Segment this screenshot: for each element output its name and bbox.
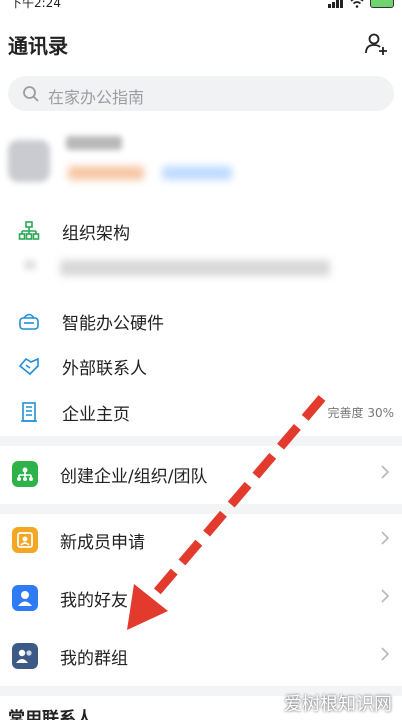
org-path-redacted (60, 260, 330, 276)
org-card[interactable] (0, 120, 402, 200)
watermark-text: 爱树根知识网 (284, 694, 392, 715)
action-label: 我的群组 (60, 649, 128, 669)
menu-label: 智能办公硬件 (62, 313, 164, 334)
frequent-contacts-title: 常用联系人 (8, 709, 93, 720)
new-member-row[interactable]: 新成员申请 (0, 510, 402, 570)
new-member-icon (12, 527, 38, 553)
chevron-right-icon (381, 647, 390, 661)
chevron-right-icon (381, 589, 390, 603)
my-friends-row[interactable]: 我的好友 (0, 568, 402, 628)
my-groups-row[interactable]: 我的群组 (0, 626, 402, 686)
org-tag-redacted (68, 166, 144, 180)
org-chart-icon (18, 221, 40, 240)
blurred-dot (24, 260, 36, 270)
header: 通讯录 (0, 28, 402, 60)
search-input[interactable]: 在家办公指南 (8, 76, 394, 111)
menu-item-smart-hardware[interactable]: 智能办公硬件 (0, 298, 402, 344)
group-icon (12, 643, 38, 669)
chevron-right-icon (381, 531, 390, 545)
org-tag-redacted (162, 166, 232, 180)
menu-item-company-homepage[interactable]: 企业主页 完善度 30% (0, 389, 402, 435)
action-label: 新成员申请 (60, 533, 145, 553)
hardware-icon (19, 313, 39, 330)
status-time: 下午2:24 (10, 0, 61, 10)
org-name-redacted (66, 136, 122, 150)
create-org-icon (12, 461, 38, 487)
action-label: 创建企业/组织/团队 (60, 467, 208, 487)
status-bar: 下午2:24 (0, 0, 402, 18)
battery-icon (370, 0, 394, 8)
page-title: 通讯录 (8, 34, 68, 58)
status-icons (328, 0, 394, 8)
wifi-icon (350, 0, 364, 8)
org-avatar (8, 140, 50, 182)
create-org-row[interactable]: 创建企业/组织/团队 (0, 444, 402, 504)
menu-item-external-contacts[interactable]: 外部联系人 (0, 343, 402, 389)
menu-label: 组织架构 (62, 223, 130, 244)
chevron-right-icon (381, 465, 390, 479)
menu-label: 外部联系人 (62, 358, 147, 379)
add-person-icon[interactable] (364, 32, 388, 56)
signal-icon (328, 0, 343, 8)
completeness-text: 完善度 30% (327, 405, 395, 420)
menu-item-org-chart[interactable]: 组织架构 (0, 208, 402, 254)
action-label: 我的好友 (60, 591, 128, 611)
handshake-icon (18, 357, 39, 376)
menu-label: 企业主页 (62, 404, 130, 425)
building-icon (21, 402, 37, 422)
friend-icon (12, 585, 38, 611)
search-icon (23, 86, 39, 102)
search-placeholder: 在家办公指南 (48, 88, 145, 107)
